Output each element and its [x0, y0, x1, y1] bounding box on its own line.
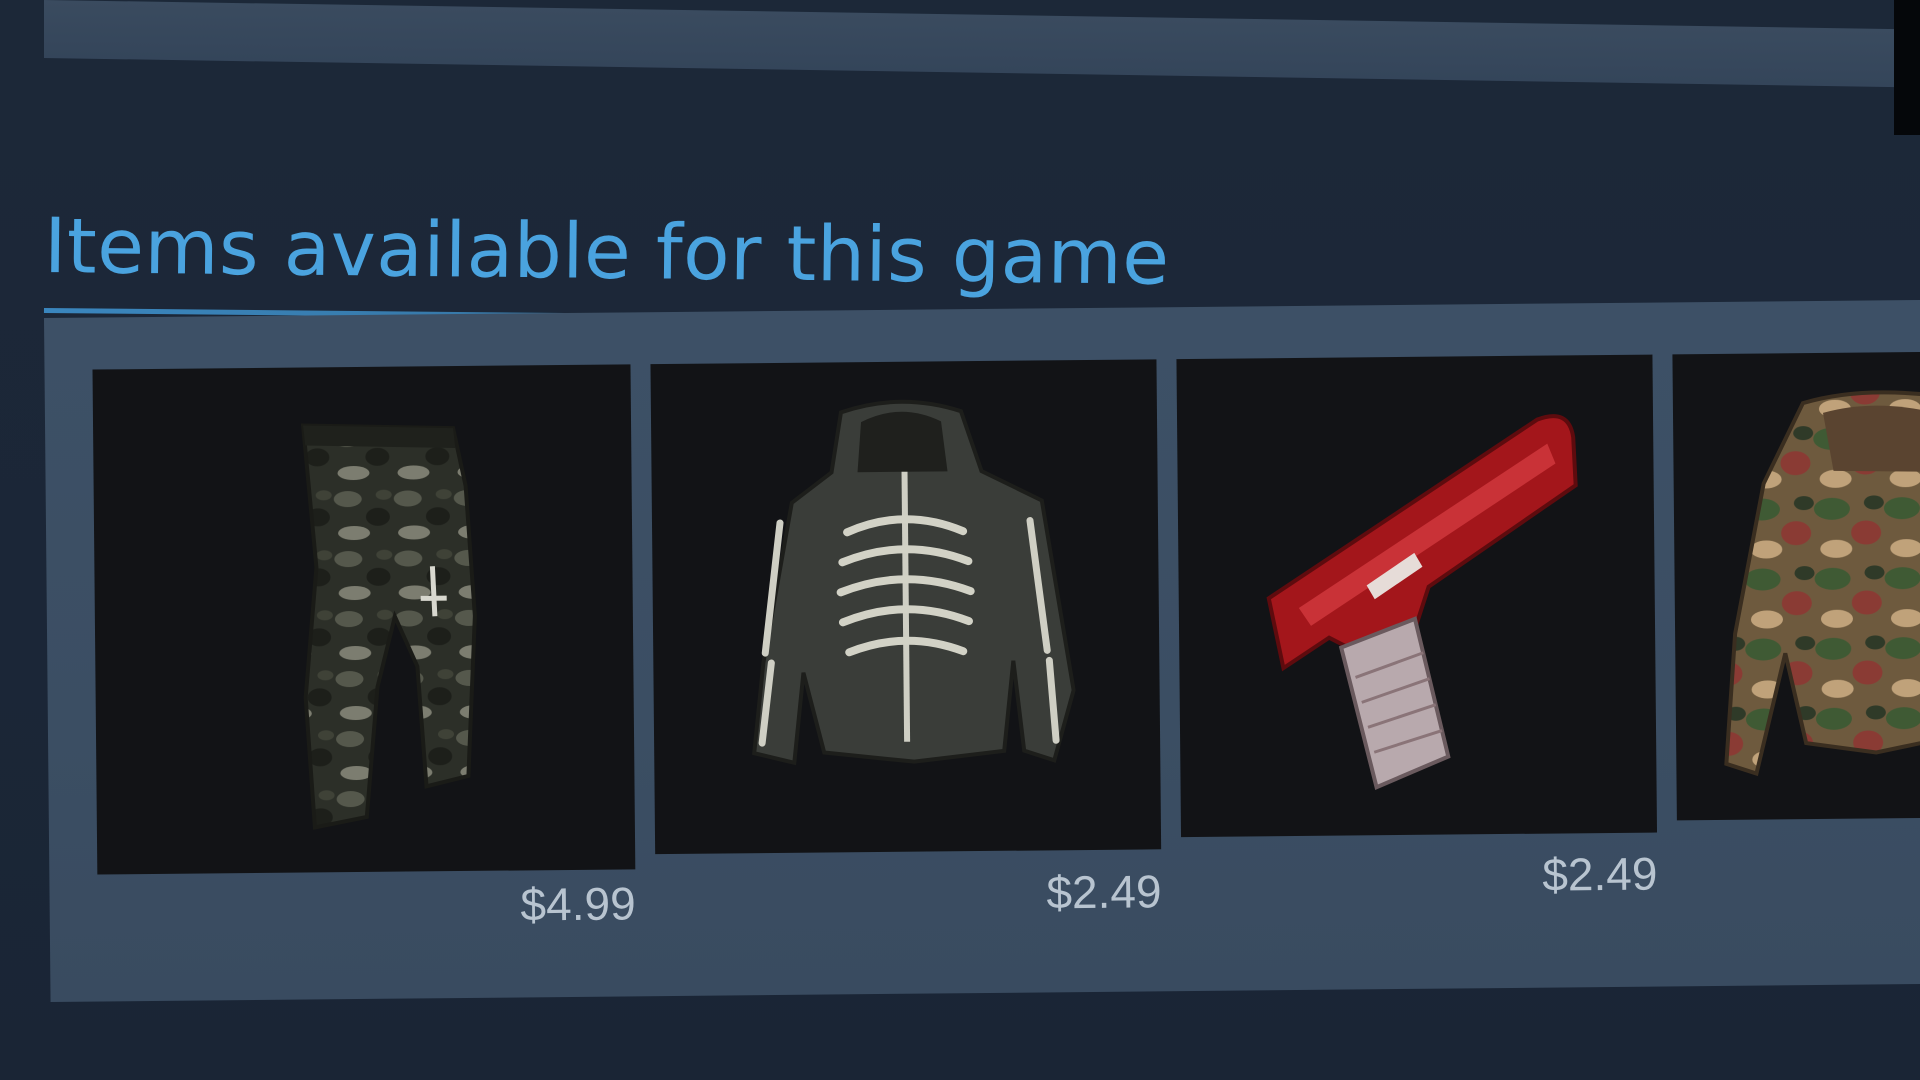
pistol-icon	[1266, 414, 1578, 790]
item-card-skeleton-hoodie[interactable]: $2.49	[650, 359, 1162, 918]
item-price: $2.49	[1046, 865, 1162, 919]
items-strip: $4.99 $2.49 $2.49	[44, 299, 1920, 1002]
item-price: $4.99	[520, 877, 636, 931]
item-card-camo-hoodie[interactable]	[1672, 351, 1920, 894]
item-image-camo-hoodie[interactable]	[1672, 351, 1920, 821]
item-image-red-pistol[interactable]	[1176, 354, 1658, 838]
item-image-camo-pants[interactable]	[92, 364, 636, 875]
skeleton-hoodie-icon	[752, 399, 1076, 766]
store-page: Items available for this game $4.99 $2.4…	[0, 0, 1920, 1080]
item-price: $2.49	[1542, 847, 1658, 901]
item-card-red-pistol[interactable]: $2.49	[1176, 354, 1658, 901]
section-title: Items available for this game	[43, 201, 1170, 302]
item-card-camo-pants[interactable]: $4.99	[92, 364, 636, 930]
item-image-skeleton-hoodie[interactable]	[650, 359, 1162, 855]
top-right-edge	[1894, 0, 1920, 135]
camo-pants-icon	[300, 423, 477, 830]
camo-hoodie-icon	[1724, 390, 1920, 777]
top-bar	[44, 0, 1904, 88]
